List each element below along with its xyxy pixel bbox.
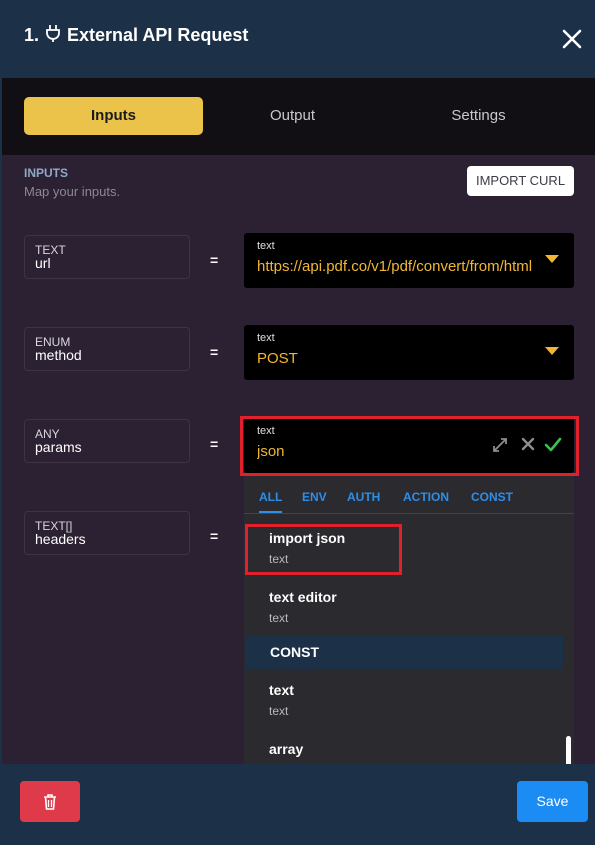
step-panel: 1. External API Request Inputs Output Se…	[0, 0, 595, 845]
delete-button[interactable]	[20, 781, 80, 822]
trash-icon	[43, 794, 57, 815]
caret-down-icon[interactable]	[545, 347, 559, 355]
item-title: text	[269, 682, 294, 698]
input-name-params: ANY params	[24, 419, 190, 463]
import-curl-button[interactable]: IMPORT CURL	[467, 166, 574, 196]
dropdown-tab-action[interactable]: ACTION	[403, 490, 449, 504]
value-type: text	[257, 332, 275, 344]
dropdown-tab-env[interactable]: ENV	[302, 490, 327, 504]
url-value-field[interactable]: text https://api.pdf.co/v1/pdf/convert/f…	[244, 233, 574, 288]
item-subtitle: text	[269, 704, 289, 718]
tab-settings[interactable]: Settings	[389, 97, 568, 135]
caret-down-icon[interactable]	[545, 255, 559, 263]
input-name-headers: TEXT[] headers	[24, 511, 190, 555]
inputs-section-label: INPUTS	[24, 166, 69, 180]
dropdown-tabs: ALL ENV AUTH ACTION CONST	[244, 476, 574, 514]
equals-sign: =	[210, 528, 219, 544]
dropdown-tab-all[interactable]: ALL	[259, 490, 283, 513]
dropdown-item-array[interactable]: array	[269, 740, 303, 758]
params-field-highlight	[240, 416, 579, 476]
item-subtitle: text	[269, 611, 289, 625]
input-name: url	[35, 255, 51, 271]
dropdown-group-header: CONST	[246, 636, 563, 669]
tab-inputs[interactable]: Inputs	[24, 97, 203, 135]
value-picker-dropdown: ALL ENV AUTH ACTION CONST import json te…	[244, 476, 574, 766]
close-icon[interactable]	[559, 26, 585, 52]
save-button[interactable]: Save	[517, 781, 588, 822]
value-text: POST	[257, 350, 298, 367]
dropdown-tab-const[interactable]: CONST	[471, 490, 513, 504]
panel-footer: Save	[2, 764, 595, 845]
value-text: https://api.pdf.co/v1/pdf/convert/from/h…	[257, 258, 533, 275]
input-name-method: ENUM method	[24, 327, 190, 371]
dropdown-item-text[interactable]: text text	[269, 681, 294, 719]
equals-sign: =	[210, 436, 219, 452]
panel-title: 1. External API Request	[24, 24, 248, 47]
value-type: text	[257, 240, 275, 252]
input-name: headers	[35, 531, 86, 547]
item-title: array	[269, 741, 304, 757]
dropdown-item-text-editor[interactable]: text editor text	[269, 588, 337, 626]
step-title: External API Request	[67, 25, 249, 45]
input-name-url: TEXT url	[24, 235, 190, 279]
tab-bar: Inputs Output Settings	[2, 78, 595, 155]
dropdown-tab-auth[interactable]: AUTH	[347, 490, 380, 504]
equals-sign: =	[210, 252, 219, 268]
tab-output[interactable]: Output	[203, 97, 382, 135]
dropdown-scrollbar[interactable]	[566, 736, 571, 766]
equals-sign: =	[210, 344, 219, 360]
step-number: 1.	[24, 25, 40, 45]
input-name: params	[35, 439, 82, 455]
item-title: text editor	[269, 589, 337, 605]
input-type: TEXT	[35, 243, 66, 257]
import-json-highlight	[245, 524, 402, 575]
panel-header: 1. External API Request	[2, 0, 595, 78]
input-name: method	[35, 347, 82, 363]
plug-icon	[45, 24, 61, 47]
inputs-section-subtitle: Map your inputs.	[24, 184, 121, 199]
method-value-field[interactable]: text POST	[244, 325, 574, 380]
